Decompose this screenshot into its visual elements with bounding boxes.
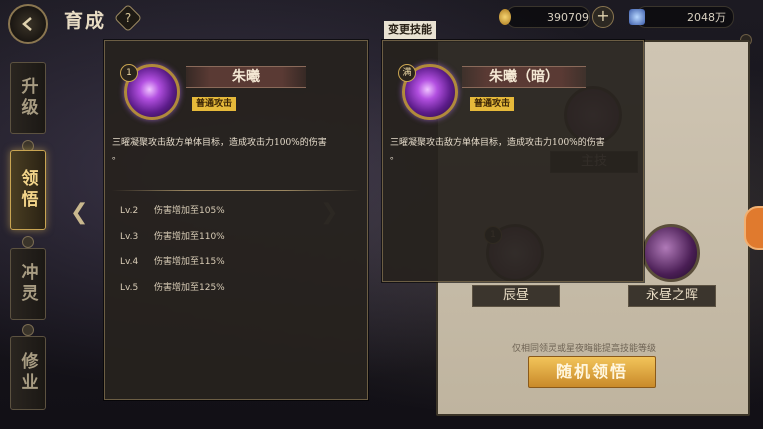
tab-training[interactable]: 修业: [10, 336, 46, 410]
side-drawer-button[interactable]: [744, 206, 763, 250]
skill-name: 朱曦: [186, 66, 306, 88]
skill-level-badge: 满: [398, 64, 416, 82]
crystal-counter: 2048万: [629, 6, 734, 28]
skill-slot-yongzhou[interactable]: [642, 224, 700, 282]
description-end-mark: 。: [390, 152, 400, 162]
upgrade-hint: 仅相同领灵或星夜晦能提高技能等级: [512, 344, 657, 354]
skill-level-badge: 1: [120, 64, 138, 82]
skill-description: 三曜凝聚攻击敌方单体目标，造成攻击力100%的伤害: [390, 138, 605, 148]
tab-awaken[interactable]: 冲灵: [10, 248, 46, 320]
tab-upgrade[interactable]: 升级: [10, 62, 46, 134]
coin-value: 390709: [547, 10, 589, 24]
prev-arrow-icon[interactable]: ❮: [70, 200, 88, 225]
tab-awaken-label: 冲灵: [17, 263, 38, 305]
help-icon: ?: [124, 11, 132, 25]
crystal-icon: [629, 9, 645, 25]
tab-comprehend[interactable]: 领悟: [10, 150, 46, 230]
page-title: 育成: [64, 10, 107, 32]
tab-divider-dot: [22, 324, 34, 336]
upgrade-row: Lv.3 伤害增加至110%: [120, 232, 225, 242]
tab-divider-dot: [22, 236, 34, 248]
skill-name: 朱曦（暗）: [462, 66, 586, 88]
coin-icon: [499, 9, 511, 25]
slot-label-yongzhou: 永昼之晖: [628, 285, 716, 307]
upgrade-row: Lv.4 伤害增加至115%: [120, 257, 225, 267]
skill-type-tag: 普通攻击: [470, 97, 515, 111]
tab-training-label: 修业: [17, 352, 38, 394]
random-comprehend-button[interactable]: 随机领悟: [528, 356, 656, 388]
coin-counter: 390709: [499, 6, 590, 28]
description-end-mark: 。: [112, 152, 122, 162]
slot-label-chenzhou: 辰昼: [472, 285, 560, 307]
tab-upgrade-label: 升级: [17, 77, 38, 119]
back-button[interactable]: [8, 4, 48, 44]
add-coin-button[interactable]: +: [592, 6, 614, 28]
upgrade-row: Lv.2 伤害增加至105%: [120, 206, 225, 216]
tab-comprehend-label: 领悟: [17, 169, 38, 211]
change-skill-title: 变更技能: [384, 21, 436, 39]
crystal-value: 2048万: [687, 11, 726, 24]
back-arrow-icon: [22, 17, 32, 31]
divider: [112, 190, 360, 191]
skill-type-tag: 普通攻击: [192, 97, 237, 111]
skill-description: 三曜凝聚攻击敌方单体目标，造成攻击力100%的伤害: [112, 138, 327, 148]
upgrade-row: Lv.5 伤害增加至125%: [120, 283, 225, 293]
